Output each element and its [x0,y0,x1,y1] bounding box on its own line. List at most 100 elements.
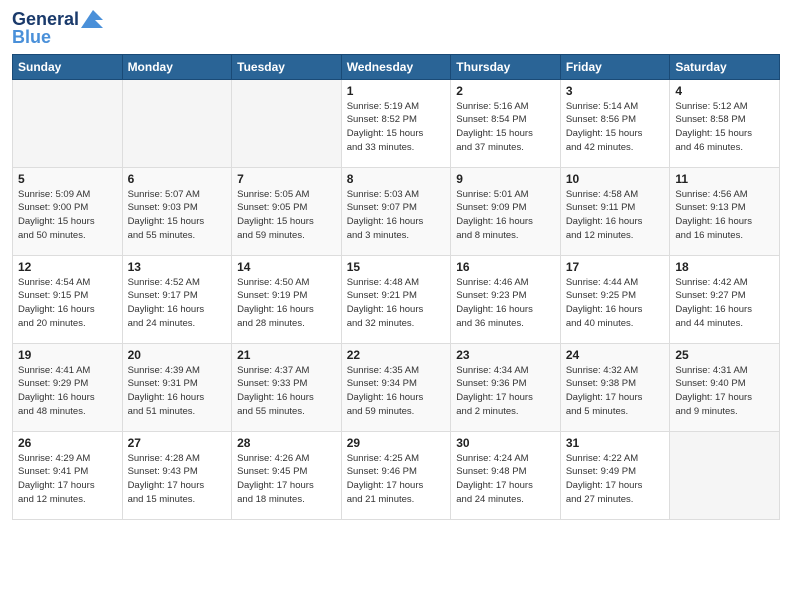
day-number: 20 [128,348,227,362]
day-info: Sunrise: 5:19 AMSunset: 8:52 PMDaylight:… [347,100,446,155]
week-row-3: 12 Sunrise: 4:54 AMSunset: 9:15 PMDayligh… [13,255,780,343]
calendar-cell: 20 Sunrise: 4:39 AMSunset: 9:31 PMDayligh… [122,343,232,431]
calendar-cell: 3 Sunrise: 5:14 AMSunset: 8:56 PMDaylight… [560,79,670,167]
day-number: 23 [456,348,555,362]
day-number: 13 [128,260,227,274]
calendar-table: SundayMondayTuesdayWednesdayThursdayFrid… [12,54,780,520]
calendar-cell: 31 Sunrise: 4:22 AMSunset: 9:49 PMDayligh… [560,431,670,519]
day-number: 14 [237,260,336,274]
day-number: 28 [237,436,336,450]
day-info: Sunrise: 4:32 AMSunset: 9:38 PMDaylight:… [566,364,665,419]
calendar-cell: 6Sunrise: 5:07 AMSunset: 9:03 PMDaylight… [122,167,232,255]
day-number: 5 [18,172,117,186]
weekday-sunday: Sunday [13,54,123,79]
calendar-cell: 23 Sunrise: 4:34 AMSunset: 9:36 PMDayligh… [451,343,561,431]
calendar-cell: 14Sunrise: 4:50 AMSunset: 9:19 PMDayligh… [232,255,342,343]
weekday-thursday: Thursday [451,54,561,79]
day-number: 24 [566,348,665,362]
day-info: Sunrise: 5:12 AMSunset: 8:58 PMDaylight:… [675,100,774,155]
day-number: 22 [347,348,446,362]
day-info: Sunrise: 4:31 AMSunset: 9:40 PMDaylight:… [675,364,774,419]
day-number: 16 [456,260,555,274]
calendar-cell: 18 Sunrise: 4:42 AMSunset: 9:27 PMDayligh… [670,255,780,343]
day-number: 12 [18,260,117,274]
day-info: Sunrise: 5:14 AMSunset: 8:56 PMDaylight:… [566,100,665,155]
day-info: Sunrise: 5:01 AMSunset: 9:09 PMDaylight:… [456,188,555,243]
calendar-cell: 21 Sunrise: 4:37 AMSunset: 9:33 PMDayligh… [232,343,342,431]
calendar-cell: 22 Sunrise: 4:35 AMSunset: 9:34 PMDayligh… [341,343,451,431]
day-info: Sunrise: 4:22 AMSunset: 9:49 PMDaylight:… [566,452,665,507]
calendar-cell [232,79,342,167]
calendar-cell: 19Sunrise: 4:41 AMSunset: 9:29 PMDayligh… [13,343,123,431]
day-number: 7 [237,172,336,186]
day-number: 26 [18,436,117,450]
day-number: 15 [347,260,446,274]
header: General Blue [12,10,780,48]
day-info: Sunrise: 4:24 AMSunset: 9:48 PMDaylight:… [456,452,555,507]
day-info: Sunrise: 5:16 AMSunset: 8:54 PMDaylight:… [456,100,555,155]
day-info: Sunrise: 4:56 AMSunset: 9:13 PMDaylight:… [675,188,774,243]
day-info: Sunrise: 5:05 AMSunset: 9:05 PMDaylight:… [237,188,336,243]
calendar-cell: 11 Sunrise: 4:56 AMSunset: 9:13 PMDayligh… [670,167,780,255]
calendar-cell [13,79,123,167]
calendar-cell: 29 Sunrise: 4:25 AMSunset: 9:46 PMDayligh… [341,431,451,519]
day-number: 21 [237,348,336,362]
day-info: Sunrise: 4:34 AMSunset: 9:36 PMDaylight:… [456,364,555,419]
day-info: Sunrise: 4:46 AMSunset: 9:23 PMDaylight:… [456,276,555,331]
week-row-4: 19Sunrise: 4:41 AMSunset: 9:29 PMDayligh… [13,343,780,431]
day-number: 31 [566,436,665,450]
day-number: 1 [347,84,446,98]
day-number: 11 [675,172,774,186]
day-info: Sunrise: 4:42 AMSunset: 9:27 PMDaylight:… [675,276,774,331]
day-info: Sunrise: 4:54 AMSunset: 9:15 PMDaylight:… [18,276,117,331]
weekday-monday: Monday [122,54,232,79]
calendar-cell: 1 Sunrise: 5:19 AMSunset: 8:52 PMDaylight… [341,79,451,167]
day-number: 18 [675,260,774,274]
day-info: Sunrise: 5:03 AMSunset: 9:07 PMDaylight:… [347,188,446,243]
page: General Blue SundayMondayTuesdayWednesda… [0,0,792,612]
day-number: 30 [456,436,555,450]
calendar-cell: 26 Sunrise: 4:29 AMSunset: 9:41 PMDayligh… [13,431,123,519]
calendar-cell: 12 Sunrise: 4:54 AMSunset: 9:15 PMDayligh… [13,255,123,343]
day-number: 6 [128,172,227,186]
calendar-cell: 5 Sunrise: 5:09 AMSunset: 9:00 PMDaylight… [13,167,123,255]
day-info: Sunrise: 4:44 AMSunset: 9:25 PMDaylight:… [566,276,665,331]
weekday-friday: Friday [560,54,670,79]
day-info: Sunrise: 5:09 AMSunset: 9:00 PMDaylight:… [18,188,117,243]
calendar-cell: 17 Sunrise: 4:44 AMSunset: 9:25 PMDayligh… [560,255,670,343]
week-row-5: 26 Sunrise: 4:29 AMSunset: 9:41 PMDayligh… [13,431,780,519]
calendar-cell: 27 Sunrise: 4:28 AMSunset: 9:43 PMDayligh… [122,431,232,519]
day-number: 27 [128,436,227,450]
calendar-cell: 25Sunrise: 4:31 AMSunset: 9:40 PMDayligh… [670,343,780,431]
calendar-cell: 10Sunrise: 4:58 AMSunset: 9:11 PMDayligh… [560,167,670,255]
day-number: 29 [347,436,446,450]
day-number: 19 [18,348,117,362]
day-number: 2 [456,84,555,98]
logo-blue: Blue [12,28,51,48]
weekday-wednesday: Wednesday [341,54,451,79]
day-info: Sunrise: 4:28 AMSunset: 9:43 PMDaylight:… [128,452,227,507]
calendar-cell: 9 Sunrise: 5:01 AMSunset: 9:09 PMDaylight… [451,167,561,255]
weekday-saturday: Saturday [670,54,780,79]
day-info: Sunrise: 4:35 AMSunset: 9:34 PMDaylight:… [347,364,446,419]
day-info: Sunrise: 4:48 AMSunset: 9:21 PMDaylight:… [347,276,446,331]
calendar-cell [122,79,232,167]
calendar-cell: 2 Sunrise: 5:16 AMSunset: 8:54 PMDaylight… [451,79,561,167]
day-info: Sunrise: 4:25 AMSunset: 9:46 PMDaylight:… [347,452,446,507]
calendar-cell: 15 Sunrise: 4:48 AMSunset: 9:21 PMDayligh… [341,255,451,343]
day-info: Sunrise: 4:26 AMSunset: 9:45 PMDaylight:… [237,452,336,507]
weekday-tuesday: Tuesday [232,54,342,79]
weekday-header-row: SundayMondayTuesdayWednesdayThursdayFrid… [13,54,780,79]
calendar-cell: 4Sunrise: 5:12 AMSunset: 8:58 PMDaylight… [670,79,780,167]
day-info: Sunrise: 4:37 AMSunset: 9:33 PMDaylight:… [237,364,336,419]
day-info: Sunrise: 4:29 AMSunset: 9:41 PMDaylight:… [18,452,117,507]
calendar-cell: 13Sunrise: 4:52 AMSunset: 9:17 PMDayligh… [122,255,232,343]
day-number: 3 [566,84,665,98]
day-info: Sunrise: 4:39 AMSunset: 9:31 PMDaylight:… [128,364,227,419]
calendar-cell: 30 Sunrise: 4:24 AMSunset: 9:48 PMDayligh… [451,431,561,519]
day-number: 10 [566,172,665,186]
day-number: 17 [566,260,665,274]
calendar-cell: 8Sunrise: 5:03 AMSunset: 9:07 PMDaylight… [341,167,451,255]
day-number: 9 [456,172,555,186]
calendar-cell: 24 Sunrise: 4:32 AMSunset: 9:38 PMDayligh… [560,343,670,431]
